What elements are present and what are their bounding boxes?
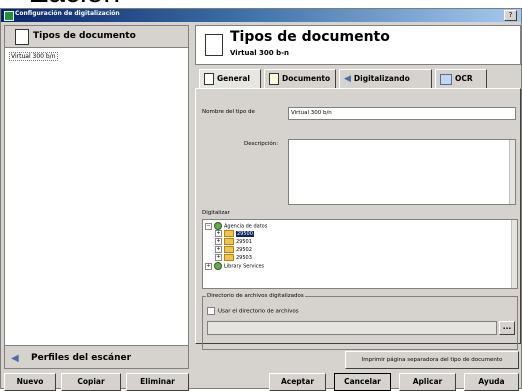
browse-button[interactable]: ... xyxy=(499,321,515,335)
tree-scrollbar[interactable] xyxy=(511,220,517,288)
tree-node[interactable]: +29501 xyxy=(215,238,252,246)
folder-icon xyxy=(224,230,234,237)
tree-root-label: Library Services xyxy=(224,263,265,270)
tab-ocr-label: OCR xyxy=(455,74,473,83)
folder-icon xyxy=(224,238,234,245)
expand-icon: + xyxy=(205,262,212,270)
tree-node[interactable]: +29503 xyxy=(215,254,252,262)
expand-icon: + xyxy=(215,246,222,253)
document-icon xyxy=(15,29,29,45)
tab-scanning-label: Digitalizando xyxy=(353,74,410,83)
document-icon xyxy=(204,73,214,85)
description-scrollbar[interactable] xyxy=(509,140,515,204)
scanner-tree[interactable]: − Agencia de datos +29500 +29501 +29502 +… xyxy=(202,219,518,289)
document-types-panel: Tipos de documento Virtual 300 b/n xyxy=(4,25,189,349)
help-button[interactable]: Ayuda xyxy=(464,373,519,391)
expand-icon: + xyxy=(215,238,222,245)
network-icon xyxy=(214,222,222,230)
tree-node[interactable]: +29500 xyxy=(215,230,254,238)
scanner-label: Digitalizar xyxy=(202,210,230,216)
document-icon xyxy=(269,73,279,85)
expand-icon: + xyxy=(215,230,222,237)
tree-root-label: Agencia de datos xyxy=(224,223,268,230)
folder-icon xyxy=(224,254,234,261)
tab-ocr[interactable]: OCR xyxy=(435,69,487,89)
scan-directory-label: Directorio de archivos digitalizados xyxy=(206,293,305,299)
tab-document-label: Documento xyxy=(282,74,331,83)
tree-root[interactable]: + Library Services xyxy=(205,262,264,271)
document-icon xyxy=(205,34,223,56)
directory-path-field[interactable] xyxy=(207,321,497,335)
new-button[interactable]: Nuevo xyxy=(4,373,56,391)
apply-button[interactable]: Aplicar xyxy=(399,373,456,391)
tab-scanning[interactable]: ◀ Digitalizando xyxy=(339,69,432,89)
satellite-dish-icon: ◀ xyxy=(344,74,351,84)
expand-icon: + xyxy=(215,254,222,261)
details-header: Tipos de documento Virtual 300 b-n xyxy=(195,25,521,65)
tab-general[interactable]: General xyxy=(199,69,261,89)
description-label: Descripción: xyxy=(244,141,279,147)
document-type-item[interactable]: Virtual 300 b/n xyxy=(9,52,58,61)
name-field[interactable]: Virtual 300 b/n xyxy=(288,107,516,120)
copy-button[interactable]: Copiar xyxy=(61,373,121,391)
tree-node-label: 29502 xyxy=(236,247,252,253)
network-icon xyxy=(214,262,222,270)
tree-node-label: 29500 xyxy=(236,231,254,237)
use-directory-label: Usar el directorio de archivos xyxy=(218,308,299,315)
print-separator-button[interactable]: Imprimir página separadora del tipo de d… xyxy=(345,351,519,369)
scan-directory-group: Directorio de archivos digitalizados Usa… xyxy=(202,293,518,350)
ocr-icon xyxy=(440,73,452,85)
document-type-details: Tipos de documento Virtual 300 b-n Gener… xyxy=(195,25,521,369)
description-field[interactable] xyxy=(288,139,516,205)
details-title: Tipos de documento xyxy=(230,29,390,45)
background-heading-text: Zación xyxy=(30,0,120,8)
collapse-icon: − xyxy=(205,222,212,230)
title-bar: Configuración de digitalización ? xyxy=(1,9,521,22)
delete-button[interactable]: Eliminar xyxy=(126,373,189,391)
accept-button[interactable]: Aceptar xyxy=(269,373,326,391)
use-directory-option[interactable]: Usar el directorio de archivos xyxy=(207,307,299,315)
scan-config-dialog: Configuración de digitalización ? Tipos … xyxy=(0,8,522,391)
document-types-header: Tipos de documento xyxy=(5,26,188,48)
satellite-dish-icon: ◀ xyxy=(11,353,19,364)
window-title: Configuración de digitalización xyxy=(15,10,120,17)
folder-icon xyxy=(224,246,234,253)
tree-node[interactable]: +29502 xyxy=(215,246,252,254)
name-label: Nombre del tipo de xyxy=(202,109,255,115)
tab-document[interactable]: Documento xyxy=(264,69,336,89)
use-directory-checkbox[interactable] xyxy=(207,307,215,315)
app-icon xyxy=(4,11,14,21)
cancel-button[interactable]: Cancelar xyxy=(334,373,391,391)
scanner-profiles-bar[interactable]: ◀ Perfiles del escáner xyxy=(4,345,189,369)
help-icon[interactable]: ? xyxy=(504,10,517,21)
tree-node-label: 29501 xyxy=(236,239,252,245)
tree-node-label: 29503 xyxy=(236,255,252,261)
scanner-profiles-label: Perfiles del escáner xyxy=(31,353,132,363)
document-types-heading: Tipos de documento xyxy=(33,31,136,41)
tab-general-label: General xyxy=(217,74,250,83)
general-tab-panel: Nombre del tipo de Virtual 300 b/n Descr… xyxy=(195,88,521,350)
details-subtitle: Virtual 300 b-n xyxy=(230,49,289,57)
